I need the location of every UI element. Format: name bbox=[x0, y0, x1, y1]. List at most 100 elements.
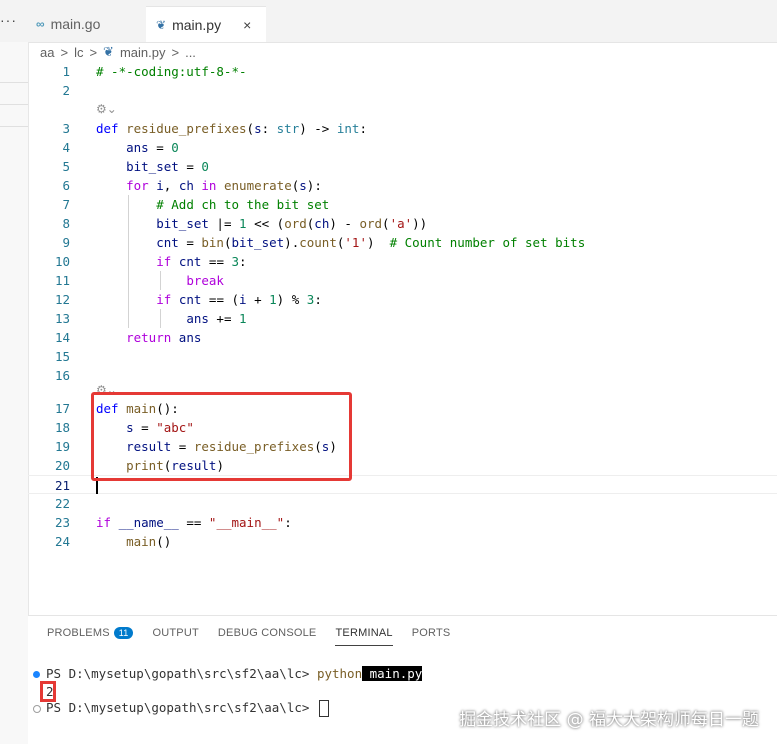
line-number: 22 bbox=[54, 496, 70, 511]
tab-problems[interactable]: PROBLEMS 11 bbox=[47, 624, 134, 646]
code-text: ans = 0 bbox=[126, 140, 179, 155]
codelens[interactable]: ⚙⌄ bbox=[28, 100, 777, 119]
code-line: 3 def residue_prefixes(s: str) -> int: bbox=[28, 119, 777, 138]
line-number: 21 bbox=[54, 478, 70, 493]
line-number: 6 bbox=[62, 178, 70, 193]
code-line: 15 bbox=[28, 347, 777, 366]
more-actions-icon[interactable]: ··· bbox=[0, 12, 17, 28]
line-number: 8 bbox=[62, 216, 70, 231]
command-success-icon[interactable] bbox=[33, 671, 40, 678]
code-text: main() bbox=[126, 534, 172, 549]
code-line: 22 bbox=[28, 494, 777, 513]
code-text: bit_set = 0 bbox=[126, 159, 209, 174]
code-line: 14 return ans bbox=[28, 328, 777, 347]
indent-guide bbox=[160, 309, 161, 328]
python-file-icon: ❦ bbox=[103, 44, 114, 59]
code-line: 1 # -*-coding:utf-8-*- bbox=[28, 62, 777, 81]
breadcrumb: aa > lc > ❦ main.py > ... bbox=[40, 43, 196, 61]
line-number: 7 bbox=[62, 197, 70, 212]
code-text: if cnt == (i + 1) % 3: bbox=[156, 292, 322, 307]
code-line: 7 # Add ch to the bit set bbox=[28, 195, 777, 214]
line-number: 18 bbox=[54, 420, 70, 435]
tab-main-py[interactable]: ❦ main.py × bbox=[146, 6, 266, 42]
line-number: 9 bbox=[62, 235, 70, 250]
terminal-prompt: PS D:\mysetup\gopath\src\sf2\aa\lc> bbox=[46, 700, 310, 715]
indent-guide bbox=[128, 195, 129, 328]
line-number: 11 bbox=[54, 273, 70, 288]
indent-guide bbox=[160, 271, 161, 290]
code-text: # -*-coding:utf-8-*- bbox=[96, 64, 247, 79]
line-number: 23 bbox=[54, 515, 70, 530]
code-line: 2 bbox=[28, 81, 777, 100]
tab-label: PROBLEMS bbox=[47, 627, 110, 639]
terminal-line: PS D:\mysetup\gopath\src\sf2\aa\lc> pyth… bbox=[46, 666, 423, 681]
tab-label: main.go bbox=[50, 16, 101, 32]
code-text: if cnt == 3: bbox=[156, 254, 247, 269]
breadcrumb-sep: > bbox=[60, 44, 69, 60]
line-number: 14 bbox=[54, 330, 70, 345]
code-text: bit_set |= 1 << (ord(ch) - ord('a')) bbox=[156, 216, 428, 231]
python-file-icon: ❦ bbox=[156, 17, 167, 32]
code-text: for i, ch in enumerate(s): bbox=[126, 178, 322, 193]
code-text: cnt = bin(bit_set).count('1') # Count nu… bbox=[156, 235, 586, 250]
code-line: 11 break bbox=[28, 271, 777, 290]
code-line: 8 bit_set |= 1 << (ord(ch) - ord('a')) bbox=[28, 214, 777, 233]
terminal-cursor bbox=[318, 700, 329, 717]
tab-main-go[interactable]: ∞ main.go bbox=[28, 6, 146, 42]
line-number: 3 bbox=[62, 121, 70, 136]
code-line: 10 if cnt == 3: bbox=[28, 252, 777, 271]
line-number: 20 bbox=[54, 458, 70, 473]
line-number: 5 bbox=[62, 159, 70, 174]
code-line: 23 if __name__ == "__main__": bbox=[28, 513, 777, 532]
tab-ports[interactable]: PORTS bbox=[412, 624, 451, 646]
divider bbox=[0, 104, 28, 105]
line-number: 1 bbox=[62, 64, 70, 79]
code-text: if __name__ == "__main__": bbox=[96, 515, 292, 530]
breadcrumb-sep: > bbox=[171, 44, 180, 60]
line-number: 13 bbox=[54, 311, 70, 326]
line-number: 2 bbox=[62, 83, 70, 98]
code-line: 6 for i, ch in enumerate(s): bbox=[28, 176, 777, 195]
line-number: 15 bbox=[54, 349, 70, 364]
watermark: 掘金技术社区 @ 福大大架构师每日一题 bbox=[459, 710, 759, 730]
breadcrumb-item[interactable]: ... bbox=[185, 45, 196, 60]
line-number: 12 bbox=[54, 292, 70, 307]
breadcrumb-item[interactable]: main.py bbox=[120, 45, 166, 60]
command-pending-icon[interactable] bbox=[33, 705, 41, 713]
annotation-box-main bbox=[91, 392, 352, 481]
terminal-arg: main.py bbox=[369, 666, 423, 681]
divider bbox=[0, 82, 28, 83]
breadcrumb-item[interactable]: lc bbox=[74, 45, 83, 60]
line-number: 10 bbox=[54, 254, 70, 269]
line-number: 24 bbox=[54, 534, 70, 549]
code-editor[interactable]: 1 # -*-coding:utf-8-*- 2 ⚙⌄ 3 def residu… bbox=[28, 62, 777, 614]
line-number: 4 bbox=[62, 140, 70, 155]
code-line: 24 main() bbox=[28, 532, 777, 551]
code-text: def residue_prefixes(s: str) -> int: bbox=[96, 121, 367, 136]
code-text: ans += 1 bbox=[186, 311, 247, 326]
panel-tabs: PROBLEMS 11 OUTPUT DEBUG CONSOLE TERMINAL… bbox=[28, 624, 450, 646]
code-line: 12 if cnt == (i + 1) % 3: bbox=[28, 290, 777, 309]
activity-bar bbox=[0, 42, 29, 744]
code-line: 5 bit_set = 0 bbox=[28, 157, 777, 176]
code-line: 4 ans = 0 bbox=[28, 138, 777, 157]
annotation-box-output bbox=[40, 681, 56, 702]
tab-output[interactable]: OUTPUT bbox=[152, 624, 198, 646]
breadcrumb-item[interactable]: aa bbox=[40, 45, 54, 60]
terminal-line[interactable]: PS D:\mysetup\gopath\src\sf2\aa\lc> bbox=[46, 700, 329, 717]
breadcrumb-sep: > bbox=[89, 44, 98, 60]
tab-terminal[interactable]: TERMINAL bbox=[335, 624, 393, 646]
go-file-icon: ∞ bbox=[36, 17, 45, 31]
terminal-prompt: PS D:\mysetup\gopath\src\sf2\aa\lc> bbox=[46, 666, 310, 681]
close-icon[interactable]: × bbox=[243, 17, 251, 33]
code-text: # Add ch to the bit set bbox=[156, 197, 330, 212]
codelens-icon[interactable]: ⚙⌄ bbox=[96, 100, 117, 119]
line-number: 19 bbox=[54, 439, 70, 454]
tab-debug-console[interactable]: DEBUG CONSOLE bbox=[218, 624, 317, 646]
terminal-command: python bbox=[316, 666, 363, 681]
code-text: return ans bbox=[126, 330, 202, 345]
problems-count-badge: 11 bbox=[113, 627, 134, 639]
line-number: 17 bbox=[54, 401, 70, 416]
code-line: 9 cnt = bin(bit_set).count('1') # Count … bbox=[28, 233, 777, 252]
code-line: 13 ans += 1 bbox=[28, 309, 777, 328]
